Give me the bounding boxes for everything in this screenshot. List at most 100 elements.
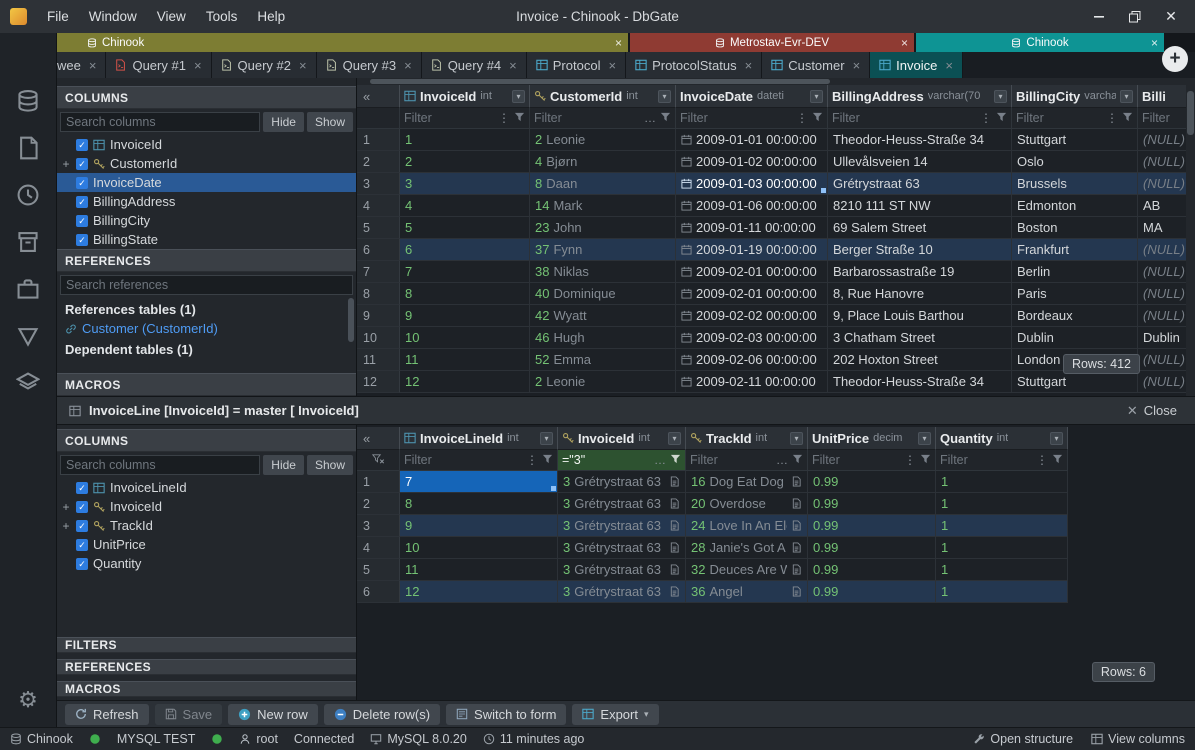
checkbox-icon[interactable]: ✓ <box>76 234 88 246</box>
cell-invoicelineid[interactable]: 9 <box>400 515 558 537</box>
new-tab-button[interactable]: + <box>1162 46 1188 72</box>
column-dropdown-icon[interactable]: ▾ <box>994 90 1007 103</box>
filter-menu-icon[interactable]: ⋮ <box>526 453 538 467</box>
status-indicator-1[interactable] <box>89 732 101 746</box>
close-icon[interactable]: × <box>945 58 953 73</box>
status-mysql-test[interactable]: MYSQL TEST <box>117 732 196 746</box>
column-header-customerid[interactable]: CustomerId int ▾ <box>530 85 676 108</box>
filter-menu-icon[interactable]: ⋮ <box>498 111 510 125</box>
column-item-invoicedate[interactable]: ✓ InvoiceDate <box>57 173 356 192</box>
status-mysql-8-0-20[interactable]: MySQL 8.0.20 <box>370 732 466 746</box>
cell-invoicelineid[interactable]: 8 <box>400 493 558 515</box>
cell-invoicedate[interactable]: 2009-01-02 00:00:00 <box>676 151 828 173</box>
filter-invoicelineid-input[interactable] <box>404 453 522 467</box>
cell-invoicedate[interactable]: 2009-02-11 00:00:00 <box>676 371 828 393</box>
filter-billingaddress-input[interactable] <box>832 111 976 125</box>
row-number[interactable]: 1 <box>357 129 400 151</box>
cell-billingcity[interactable]: Boston <box>1012 217 1138 239</box>
cell-invoicelineid[interactable]: 10 <box>400 537 558 559</box>
file-icon[interactable] <box>13 135 43 161</box>
close-icon[interactable]: × <box>194 58 202 73</box>
cell-customerid[interactable]: 23John <box>530 217 676 239</box>
gear-icon[interactable]: ⚙ <box>13 687 43 713</box>
hide-button[interactable]: Hide <box>263 455 304 475</box>
open-structure-button[interactable]: Open structure <box>973 732 1073 746</box>
vertical-scrollbar[interactable] <box>1186 85 1195 396</box>
cell-invoicedate[interactable]: 2009-02-01 00:00:00 <box>676 261 828 283</box>
row-number[interactable]: 1 <box>357 471 400 493</box>
cell-billingcity[interactable]: Oslo <box>1012 151 1138 173</box>
menu-tools[interactable]: Tools <box>196 0 248 33</box>
cell-invoiceid[interactable]: 11 <box>400 349 530 371</box>
column-header-invoicedate[interactable]: InvoiceDate dateti ▾ <box>676 85 828 108</box>
filter-menu-icon[interactable]: ⋮ <box>796 111 808 125</box>
row-number[interactable]: 9 <box>357 305 400 327</box>
cell-invoiceid[interactable]: 3Grétrystraat 63 <box>558 515 686 537</box>
checkbox-icon[interactable]: ✓ <box>76 215 88 227</box>
cell-trackid[interactable]: 16Dog Eat Dog <box>686 471 808 493</box>
macros-section-header[interactable]: MACROS <box>57 373 356 396</box>
cell-billingaddress[interactable]: 69 Salem Street <box>828 217 1012 239</box>
filter-invoiceid-input[interactable] <box>404 111 494 125</box>
show-button[interactable]: Show <box>307 455 353 475</box>
column-dropdown-icon[interactable]: ▾ <box>512 90 525 103</box>
filter-menu-icon[interactable]: … <box>776 453 788 467</box>
references-section-header[interactable]: REFERENCES <box>57 249 356 272</box>
filters-section-header[interactable]: FILTERS <box>57 637 356 653</box>
cell-trackid[interactable]: 36Angel <box>686 581 808 603</box>
show-button[interactable]: Show <box>307 112 353 132</box>
filter-unitprice-input[interactable] <box>812 453 900 467</box>
cell-customerid[interactable]: 8Daan <box>530 173 676 195</box>
cell-trackid[interactable]: 28Janie's Got A Gun <box>686 537 808 559</box>
cell-billingaddress[interactable]: Grétrystraat 63 <box>828 173 1012 195</box>
cell-billingcity[interactable]: Edmonton <box>1012 195 1138 217</box>
briefcase-icon[interactable] <box>13 276 43 302</box>
cell-billingaddress[interactable]: Theodor-Heuss-Straße 34 <box>828 371 1012 393</box>
filter-funnel-button[interactable] <box>812 111 823 126</box>
layers-icon[interactable] <box>13 370 43 396</box>
cell-invoicedate[interactable]: 2009-01-03 00:00:00 <box>676 173 828 195</box>
column-header-unitprice[interactable]: UnitPrice decim ▾ <box>808 427 936 450</box>
filter-menu-icon[interactable]: ⋮ <box>1106 111 1118 125</box>
filter-funnel-button[interactable] <box>792 453 803 468</box>
close-button[interactable]: ✕ <box>1155 0 1187 33</box>
cell-unitprice[interactable]: 0.99 <box>808 559 936 581</box>
menu-help[interactable]: Help <box>247 0 295 33</box>
history-icon[interactable] <box>13 182 43 208</box>
sidebar-scrollbar[interactable] <box>348 298 354 342</box>
cell-invoiceid[interactable]: 2 <box>400 151 530 173</box>
collapse-left-panel-button[interactable]: « <box>357 85 400 108</box>
reference-link-customer[interactable]: Customer (CustomerId) <box>57 319 356 338</box>
tab-group-chinook-0[interactable]: Chinook × <box>57 33 628 52</box>
switch-to-form-button[interactable]: Switch to form <box>446 704 566 725</box>
cell-quantity[interactable]: 1 <box>936 559 1068 581</box>
cell-quantity[interactable]: 1 <box>936 515 1068 537</box>
search-columns-input[interactable] <box>60 455 260 475</box>
cell-billingcity[interactable]: Berlin <box>1012 261 1138 283</box>
cell-invoiceid[interactable]: 1 <box>400 129 530 151</box>
column-item-unitprice[interactable]: ✓ UnitPrice <box>57 535 356 554</box>
cell-invoicedate[interactable]: 2009-02-06 00:00:00 <box>676 349 828 371</box>
cell-invoiceid[interactable]: 3Grétrystraat 63 <box>558 559 686 581</box>
column-item-billingcity[interactable]: ✓ BillingCity <box>57 211 356 230</box>
cell-invoiceid[interactable]: 10 <box>400 327 530 349</box>
column-item-trackid[interactable]: + ✓ TrackId <box>57 516 356 535</box>
row-number[interactable]: 3 <box>357 173 400 195</box>
status-11-minutes-ago[interactable]: 11 minutes ago <box>483 732 585 746</box>
references-section-header[interactable]: REFERENCES <box>57 659 356 675</box>
search-columns-input[interactable] <box>60 112 260 132</box>
clear-filter-button[interactable] <box>357 450 400 471</box>
cell-trackid[interactable]: 24Love In An Elevator <box>686 515 808 537</box>
cell-unitprice[interactable]: 0.99 <box>808 471 936 493</box>
cell-customerid[interactable]: 40Dominique <box>530 283 676 305</box>
filter-funnel-button[interactable] <box>660 111 671 126</box>
cell-invoicedate[interactable]: 2009-01-01 00:00:00 <box>676 129 828 151</box>
column-header-billingcity[interactable]: BillingCity varcha ▾ <box>1012 85 1138 108</box>
cell-customerid[interactable]: 4Bjørn <box>530 151 676 173</box>
checkbox-icon[interactable]: ✓ <box>76 520 88 532</box>
column-dropdown-icon[interactable]: ▾ <box>918 432 931 445</box>
column-item-billingaddress[interactable]: ✓ BillingAddress <box>57 192 356 211</box>
tab-invoice[interactable]: Invoice × <box>870 52 963 78</box>
filter-customerid-input[interactable] <box>534 111 640 125</box>
close-icon[interactable]: × <box>404 58 412 73</box>
